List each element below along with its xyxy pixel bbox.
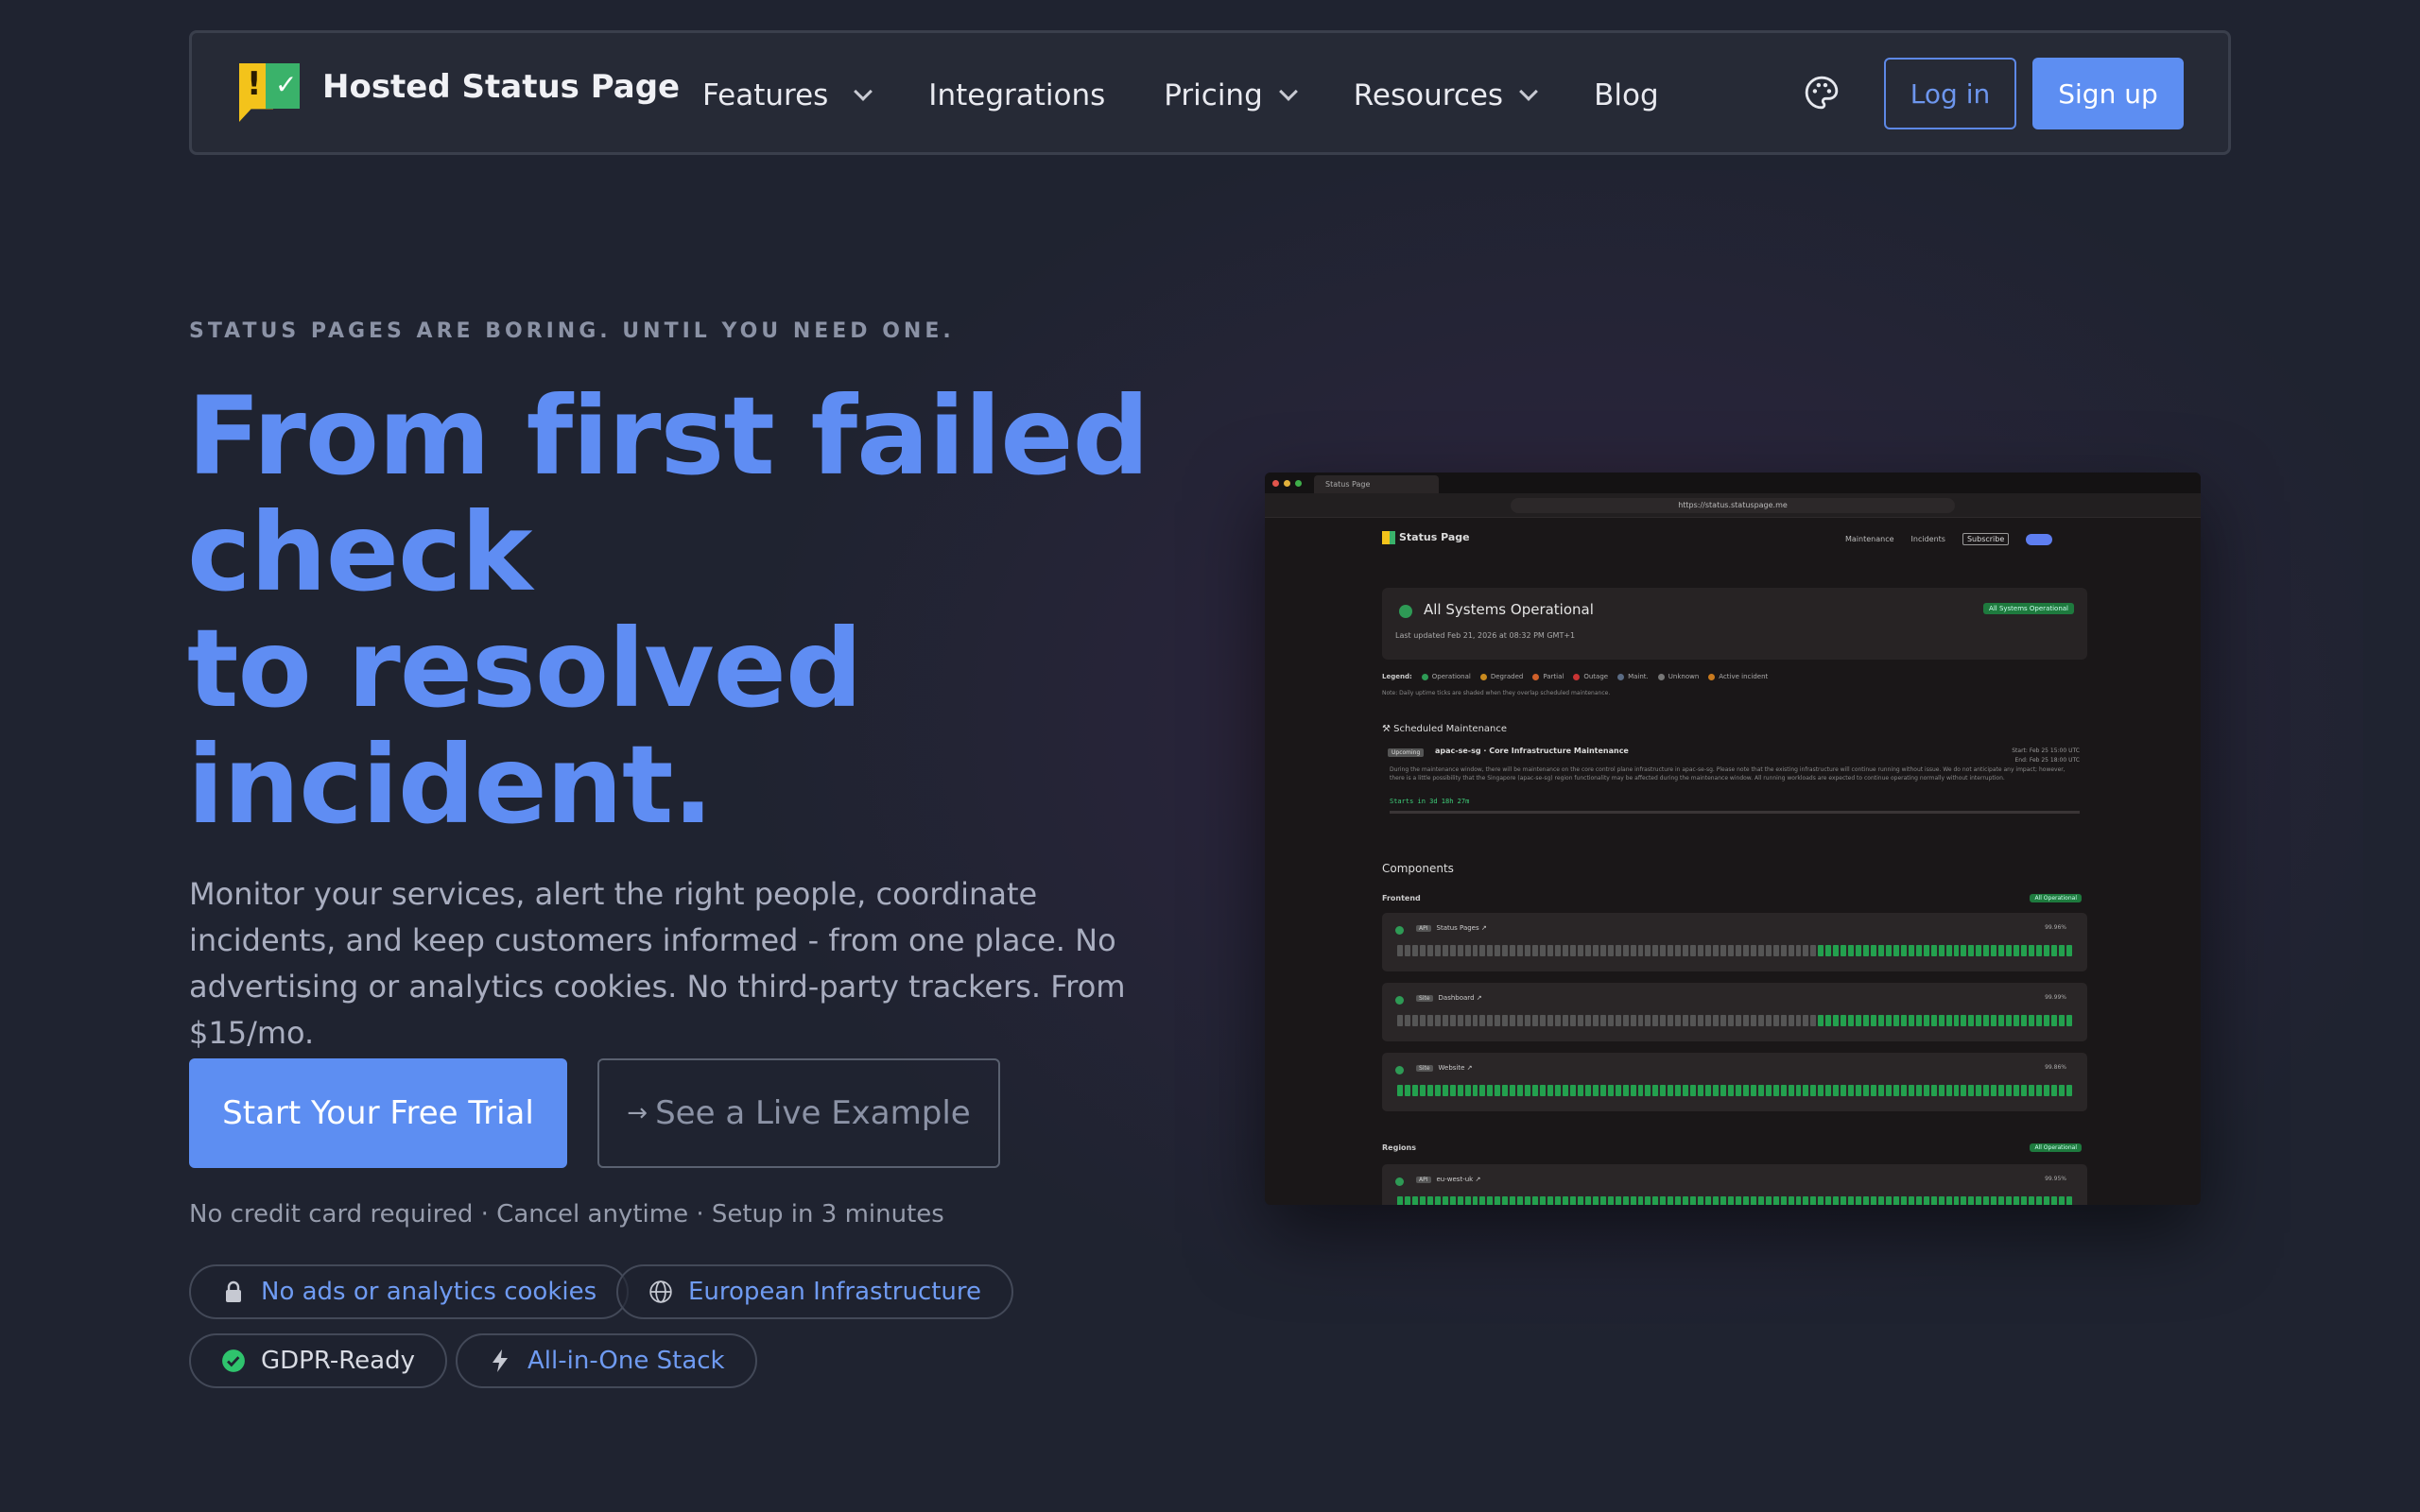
chevron-down-icon xyxy=(1519,82,1538,101)
preview-brand-label: Status Page xyxy=(1399,531,1470,543)
maintenance-desc: During the maintenance window, there wil… xyxy=(1390,766,2066,782)
legend-item: Degraded xyxy=(1479,673,1523,680)
maintenance-progress xyxy=(1390,811,2080,814)
components-heading: Components xyxy=(1382,862,1454,875)
maintenance-tag: Upcoming xyxy=(1388,748,1425,757)
nav-integrations-label: Integrations xyxy=(928,78,1106,112)
chevron-down-icon xyxy=(854,82,873,101)
preview-nav-item: Maintenance xyxy=(1845,535,1894,543)
preview-nav-item: Incidents xyxy=(1910,535,1945,543)
component-row: API Status Pages ↗ 99.96% xyxy=(1382,913,2087,971)
badge-european-infra: European Infrastructure xyxy=(616,1264,1014,1319)
headline-line: incident. xyxy=(187,722,714,848)
group-pill: All Operational xyxy=(2030,1143,2082,1152)
legend-item: Outage xyxy=(1573,673,1608,680)
legend-item: Maint. xyxy=(1617,673,1649,680)
headline-line: From first failed xyxy=(187,373,1150,499)
headline-line: check xyxy=(187,490,532,615)
group-frontend: Frontend xyxy=(1382,894,1421,902)
uptime-bars xyxy=(1397,1196,2072,1205)
component-row: Site Website ↗ 99.86% xyxy=(1382,1053,2087,1111)
start-free-trial-button[interactable]: Start Your Free Trial xyxy=(189,1058,567,1168)
legend-item: Operational xyxy=(1421,673,1471,680)
nav-blog[interactable]: Blog xyxy=(1594,78,1659,112)
legend-label: Legend: xyxy=(1382,673,1412,680)
nav-blog-label: Blog xyxy=(1594,78,1659,112)
badge-gdpr: GDPR-Ready xyxy=(189,1333,447,1388)
uptime-bars xyxy=(1397,945,2072,956)
browser-urlbar: https://status.statuspage.me xyxy=(1265,493,2201,518)
brand-name: Hosted Status Page xyxy=(322,68,681,106)
brand[interactable]: ! ✓ Hosted Status Page xyxy=(239,63,680,122)
badge-label: No ads or analytics cookies xyxy=(261,1278,597,1306)
hero-headline: From first failed check to resolved inci… xyxy=(187,378,1189,843)
preview-legend: Legend: Operational Degraded Partial Out… xyxy=(1382,673,1768,680)
component-row: Site Dashboard ↗ 99.99% xyxy=(1382,983,2087,1041)
nav-resources[interactable]: Resources xyxy=(1353,78,1538,112)
maintenance-block: Upcoming apac-se-sg · Core Infrastructur… xyxy=(1382,743,2087,837)
status-title: All Systems Operational xyxy=(1424,601,1594,618)
globe-icon xyxy=(648,1280,673,1304)
status-page-preview[interactable]: Status Page https://status.statuspage.me… xyxy=(1265,472,2201,1205)
browser-tab: Status Page xyxy=(1314,475,1439,493)
nav-integrations[interactable]: Integrations xyxy=(928,78,1105,112)
nav-features-label: Features xyxy=(702,78,829,112)
maintenance-countdown: Starts in 3d 18h 27m xyxy=(1390,798,1470,805)
fine-print: No credit card required · Cancel anytime… xyxy=(189,1200,944,1228)
live-example-label: See a Live Example xyxy=(655,1094,971,1132)
status-logo-icon: ! ✓ xyxy=(239,63,300,122)
chevron-down-icon xyxy=(1278,82,1298,101)
browser-tabbar: Status Page xyxy=(1265,472,2201,493)
palette-icon[interactable] xyxy=(1804,75,1840,111)
preview-nav: Maintenance Incidents Subscribe xyxy=(1845,533,2053,545)
status-updated: Last updated Feb 21, 2026 at 08:32 PM GM… xyxy=(1395,631,1576,640)
maintenance-title: apac-se-sg · Core Infrastructure Mainten… xyxy=(1435,747,1629,755)
nav-pricing[interactable]: Pricing xyxy=(1164,78,1298,112)
badge-all-in-one: All-in-One Stack xyxy=(456,1333,757,1388)
nav-links: Features Integrations Pricing Resources … xyxy=(702,33,1718,158)
status-pill: All Systems Operational xyxy=(1983,603,2074,614)
check-circle-icon xyxy=(221,1349,246,1373)
login-button[interactable]: Log in xyxy=(1884,58,2016,129)
badge-label: All-in-One Stack xyxy=(527,1347,725,1375)
preview-note: Note: Daily uptime ticks are shaded when… xyxy=(1382,690,1611,696)
hero-subtitle: Monitor your services, alert the right p… xyxy=(189,876,1126,1051)
group-regions: Regions xyxy=(1382,1143,1417,1152)
maintenance-heading: ⚒ Scheduled Maintenance xyxy=(1382,724,1508,734)
top-navbar: ! ✓ Hosted Status Page Features Integrati… xyxy=(189,30,2231,155)
preview-brand: Status Page xyxy=(1382,531,1470,544)
badge-no-ads: No ads or analytics cookies xyxy=(189,1264,630,1319)
badge-label: European Infrastructure xyxy=(688,1278,982,1306)
maintenance-heading-label: Scheduled Maintenance xyxy=(1393,724,1508,734)
nav-features[interactable]: Features xyxy=(702,78,873,112)
nav-pricing-label: Pricing xyxy=(1164,78,1263,112)
status-dot xyxy=(1399,605,1412,618)
legend-item: Partial xyxy=(1532,673,1564,680)
hero-eyebrow: STATUS PAGES ARE BORING. UNTIL YOU NEED … xyxy=(189,319,955,343)
legend-item: Active incident xyxy=(1708,673,1768,680)
lock-icon xyxy=(221,1280,246,1304)
headline-line: to resolved xyxy=(187,606,863,731)
component-row: API eu-west-uk ↗ 99.95% xyxy=(1382,1164,2087,1205)
legend-item: Unknown xyxy=(1657,673,1699,680)
browser-url: https://status.statuspage.me xyxy=(1511,498,1955,513)
preview-body: Status Page Maintenance Incidents Subscr… xyxy=(1265,518,2201,1205)
theme-toggle xyxy=(2026,533,2053,545)
preview-status-card: All Systems Operational Last updated Feb… xyxy=(1382,588,2087,660)
group-pill: All Operational xyxy=(2030,894,2082,902)
bolt-icon xyxy=(488,1349,512,1373)
live-example-button[interactable]: → See a Live Example xyxy=(597,1058,1000,1168)
uptime-bars xyxy=(1397,1085,2072,1096)
signup-button[interactable]: Sign up xyxy=(2032,58,2184,129)
badge-label: GDPR-Ready xyxy=(261,1347,415,1375)
uptime-bars xyxy=(1397,1015,2072,1026)
nav-resources-label: Resources xyxy=(1353,78,1504,112)
maintenance-times: Start: Feb 25 15:00 UTC End: Feb 25 18:0… xyxy=(2012,747,2080,764)
preview-subscribe: Subscribe xyxy=(1962,533,2010,545)
arrow-right-icon: → xyxy=(627,1099,648,1127)
